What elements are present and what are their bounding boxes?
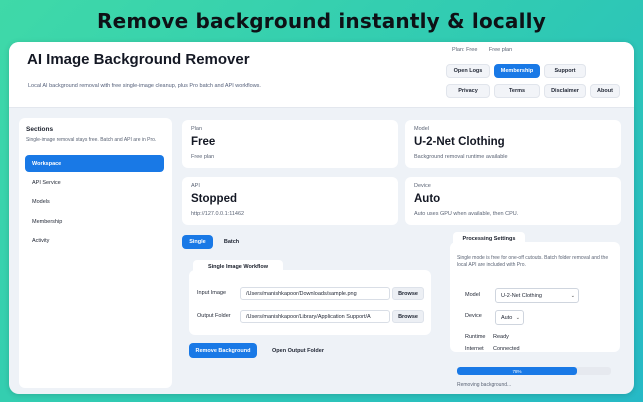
output-browse-button[interactable]: Browse [392,310,424,323]
api-card-value: Stopped [191,193,237,205]
privacy-button[interactable]: Privacy [446,84,490,98]
input-browse-button[interactable]: Browse [392,287,424,300]
open-output-folder-button[interactable]: Open Output Folder [263,343,333,358]
api-card: API Stopped http://127.0.0.1:11462 [182,177,398,225]
promo-banner-title: Remove background instantly & locally [97,9,546,33]
model-card-label: Model [414,126,429,132]
plan-label: Plan: Free [452,47,478,53]
mode-single-tab[interactable]: Single [182,235,213,249]
plan-card-label: Plan [191,126,203,132]
progress-text: 78% [512,368,522,374]
workflow-title: Single Image Workflow [193,260,283,274]
plan-card-value: Free [191,136,216,148]
device-select[interactable]: Auto ⌄ [495,310,524,325]
api-card-sub: http://127.0.0.1:11462 [191,211,245,217]
terms-button[interactable]: Terms [494,84,540,98]
disclaimer-button[interactable]: Disclaimer [544,84,586,98]
output-folder-field[interactable]: /Users/manishkapoor/Library/Application … [240,310,390,323]
device-select-label: Device [465,313,482,319]
input-image-label: Input Image [197,290,227,296]
open-logs-button[interactable]: Open Logs [446,64,490,78]
chevron-down-icon: ⌄ [570,293,575,299]
device-card: Device Auto Auto uses GPU when available… [405,177,621,225]
sidebar-description: Single-image removal stays free. Batch a… [26,137,157,143]
mode-batch-tab[interactable]: Batch [216,235,247,249]
status-text: Removing background... [457,382,512,388]
model-select[interactable]: U-2-Net Clothing ⌄ [495,288,579,303]
model-select-value: U-2-Net Clothing [501,292,542,299]
plan-value: Free plan [488,47,513,53]
plan-indicator: Plan: Free Free plan [452,47,522,53]
model-card-sub: Background removal runtime available [414,154,508,160]
input-image-field[interactable]: /Users/manishkapoor/Downloads/sample.png [240,287,390,300]
processing-description: Single mode is free for one-off cutouts.… [457,255,609,268]
internet-label: Internet [465,346,484,352]
runtime-value: Ready [493,334,509,340]
plan-card: Plan Free Free plan [182,120,398,168]
device-card-value: Auto [414,193,441,205]
chevron-down-icon: ⌄ [515,315,520,321]
api-card-label: API [191,183,200,189]
sidebar-title: Sections [26,126,54,133]
device-select-value: Auto [501,314,513,321]
about-button[interactable]: About [590,84,620,98]
model-card-value: U-2-Net Clothing [414,136,505,148]
remove-background-button[interactable]: Remove Background [189,343,257,358]
sidebar: Sections Single-image removal stays free… [19,118,172,388]
sidebar-item-api-service[interactable]: API Service [25,174,164,191]
sidebar-item-membership[interactable]: Membership [25,213,164,230]
sidebar-item-models[interactable]: Models [25,193,164,210]
app-header: AI Image Background Remover Local AI bac… [9,42,634,108]
internet-value: Connected [493,346,520,352]
sidebar-item-activity[interactable]: Activity [25,232,164,249]
single-image-workflow-panel [189,270,431,335]
app-title: AI Image Background Remover [27,51,250,68]
device-card-sub: Auto uses GPU when available, then CPU. [414,211,519,217]
output-folder-label: Output Folder [197,313,231,319]
membership-button[interactable]: Membership [494,64,540,78]
progress-bar: 78% [457,367,611,375]
processing-settings-title: Processing Settings [453,232,525,246]
model-card: Model U-2-Net Clothing Background remova… [405,120,621,168]
sidebar-item-workspace[interactable]: Workspace [25,155,164,172]
runtime-label: Runtime [465,334,486,340]
plan-card-sub: Free plan [191,154,215,160]
model-select-label: Model [465,292,480,298]
device-card-label: Device [414,183,431,189]
support-button[interactable]: Support [544,64,586,78]
app-subtitle: Local AI background removal with free si… [28,83,261,89]
